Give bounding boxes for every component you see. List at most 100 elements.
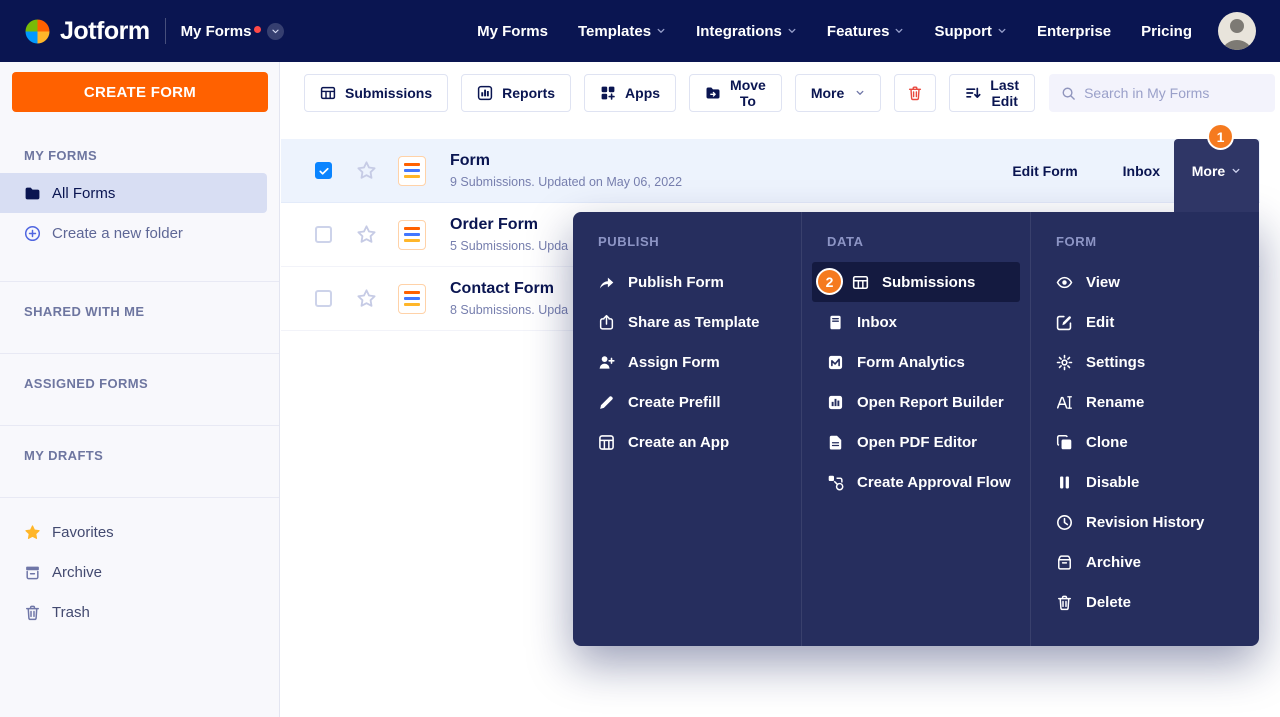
menu-section-form: FORM xyxy=(1031,232,1259,252)
submissions-grid-icon xyxy=(320,85,336,101)
menu-item-share-as-template[interactable]: Share as Template xyxy=(573,302,801,342)
sidebar: CREATE FORM MY FORMS All Forms Create a … xyxy=(0,62,280,717)
gear-icon xyxy=(1056,354,1073,371)
menu-item-archive[interactable]: Archive xyxy=(1031,542,1259,582)
notification-dot-icon xyxy=(254,26,261,33)
forms-toolbar: Submissions Reports Apps Move To More La… xyxy=(281,62,1280,124)
apps-button[interactable]: Apps xyxy=(584,74,676,112)
delete-selected-button[interactable] xyxy=(894,74,936,112)
folder-icon xyxy=(24,185,41,202)
menu-item-delete[interactable]: Delete xyxy=(1031,582,1259,622)
assign-person-icon xyxy=(598,354,615,371)
nav-features[interactable]: Features xyxy=(827,23,905,40)
edit-form-button[interactable]: Edit Form xyxy=(1012,163,1077,179)
menu-item-revision-history[interactable]: Revision History xyxy=(1031,502,1259,542)
search-box xyxy=(1049,74,1275,112)
search-input[interactable] xyxy=(1084,85,1263,101)
move-folder-icon xyxy=(705,85,721,101)
star-icon xyxy=(24,524,41,541)
sidebar-item-archive[interactable]: Archive xyxy=(0,552,279,592)
inbox-button[interactable]: Inbox xyxy=(1123,163,1160,179)
app-grid-icon xyxy=(598,434,615,451)
sidebar-item-all-forms[interactable]: All Forms xyxy=(0,173,267,213)
menu-item-publish-form[interactable]: Publish Form xyxy=(573,262,801,302)
nav-my-forms[interactable]: My Forms xyxy=(477,23,548,40)
menu-item-create-an-app[interactable]: Create an App xyxy=(573,422,801,462)
top-navbar: Jotform My Forms My Forms Templates Inte… xyxy=(0,0,1280,62)
analytics-icon xyxy=(827,354,844,371)
plus-circle-icon xyxy=(24,225,41,242)
apps-grid-icon xyxy=(600,85,616,101)
submissions-button[interactable]: Submissions xyxy=(304,74,448,112)
nav-templates[interactable]: Templates xyxy=(578,23,666,40)
star-icon[interactable] xyxy=(356,288,377,309)
nav-enterprise[interactable]: Enterprise xyxy=(1037,23,1111,40)
brand-name: Jotform xyxy=(60,17,150,46)
pdf-document-icon xyxy=(827,434,844,451)
menu-item-create-approval-flow[interactable]: Create Approval Flow xyxy=(802,462,1030,502)
move-to-button[interactable]: Move To xyxy=(689,74,782,112)
menu-item-settings[interactable]: Settings xyxy=(1031,342,1259,382)
menu-item-open-report-builder[interactable]: Open Report Builder xyxy=(802,382,1030,422)
avatar[interactable] xyxy=(1218,12,1256,50)
menu-item-edit[interactable]: Edit xyxy=(1031,302,1259,342)
menu-item-form-analytics[interactable]: Form Analytics xyxy=(802,342,1030,382)
trash-icon xyxy=(1056,594,1073,611)
menu-item-view[interactable]: View xyxy=(1031,262,1259,302)
form-title: Contact Form xyxy=(450,280,568,298)
my-drafts-header[interactable]: MY DRAFTS xyxy=(0,428,279,473)
row-checkbox[interactable] xyxy=(315,290,332,307)
menu-item-submissions[interactable]: Submissions xyxy=(812,262,1020,302)
menu-item-assign-form[interactable]: Assign Form xyxy=(573,342,801,382)
row-checkbox[interactable] xyxy=(315,226,332,243)
menu-item-rename[interactable]: Rename xyxy=(1031,382,1259,422)
create-form-button[interactable]: CREATE FORM xyxy=(12,72,268,112)
form-title: Form xyxy=(450,152,682,170)
share-icon xyxy=(598,314,615,331)
assigned-forms-section: ASSIGNED FORMS xyxy=(0,354,279,426)
approval-flow-icon xyxy=(827,474,844,491)
form-icon xyxy=(398,220,426,250)
menu-item-create-prefill[interactable]: Create Prefill xyxy=(573,382,801,422)
sidebar-item-label: Favorites xyxy=(52,524,114,541)
star-icon[interactable] xyxy=(356,224,377,245)
sidebar-item-label: Trash xyxy=(52,604,90,621)
form-row[interactable]: Form 9 Submissions. Updated on May 06, 2… xyxy=(281,139,1260,203)
sidebar-item-favorites[interactable]: Favorites xyxy=(0,512,279,552)
sort-icon xyxy=(965,85,981,101)
trash-icon xyxy=(24,604,41,621)
pencil-icon xyxy=(598,394,615,411)
chevron-down-icon xyxy=(855,88,865,98)
nav-support[interactable]: Support xyxy=(934,23,1007,40)
sort-button[interactable]: Last Edit xyxy=(949,74,1035,112)
shared-with-me-header[interactable]: SHARED WITH ME xyxy=(0,284,279,329)
report-builder-icon xyxy=(827,394,844,411)
archive-box-icon xyxy=(1056,554,1073,571)
form-icon xyxy=(398,284,426,314)
assigned-forms-header[interactable]: ASSIGNED FORMS xyxy=(0,356,279,401)
menu-item-clone[interactable]: Clone xyxy=(1031,422,1259,462)
row-checkbox[interactable] xyxy=(315,162,332,179)
nav-integrations[interactable]: Integrations xyxy=(696,23,797,40)
reports-button[interactable]: Reports xyxy=(461,74,571,112)
star-icon[interactable] xyxy=(356,160,377,181)
jotform-logo[interactable]: Jotform xyxy=(24,17,150,46)
menu-item-disable[interactable]: Disable xyxy=(1031,462,1259,502)
chevron-down-icon xyxy=(271,27,280,36)
sidebar-item-trash[interactable]: Trash xyxy=(0,592,279,632)
search-icon xyxy=(1061,86,1076,101)
menu-item-inbox[interactable]: Inbox xyxy=(802,302,1030,342)
create-folder-button[interactable]: Create a new folder xyxy=(0,213,279,253)
chevron-down-icon xyxy=(894,26,904,36)
workspace-chevron xyxy=(267,23,284,40)
reports-chart-icon xyxy=(477,85,493,101)
sidebar-utility-section: Favorites Archive Trash xyxy=(0,498,279,660)
more-dropdown-button[interactable]: More xyxy=(795,74,881,112)
my-forms-header[interactable]: MY FORMS xyxy=(0,128,279,173)
row-more-button[interactable]: More xyxy=(1174,139,1259,212)
workspace-switcher[interactable]: My Forms xyxy=(181,23,285,40)
menu-column-form: FORM View Edit Settings Rename Clone Dis… xyxy=(1030,212,1259,646)
nav-pricing[interactable]: Pricing xyxy=(1141,23,1192,40)
menu-item-open-pdf-editor[interactable]: Open PDF Editor xyxy=(802,422,1030,462)
pause-icon xyxy=(1056,474,1073,491)
